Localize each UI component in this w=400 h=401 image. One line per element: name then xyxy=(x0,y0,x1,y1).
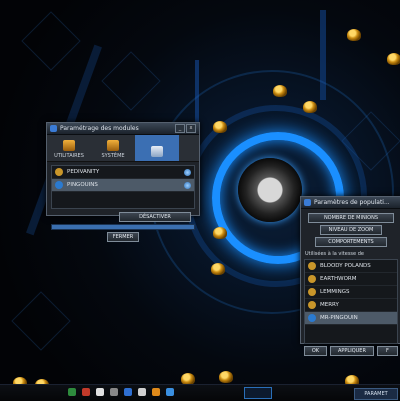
list-item[interactable]: LEMMINGS xyxy=(305,286,397,299)
population-actions: OK APPLIQUER F xyxy=(301,344,400,358)
minion-sprite-icon[interactable] xyxy=(346,28,362,42)
network-icon[interactable] xyxy=(166,388,174,396)
list-empty-space xyxy=(52,192,194,208)
tab-label: SYSTÈME xyxy=(101,153,125,159)
minion-sprite-icon[interactable] xyxy=(272,84,288,98)
progress-bar xyxy=(51,224,195,230)
list-item[interactable]: MERRY xyxy=(305,299,397,312)
apply-button[interactable]: APPLIQUER xyxy=(329,346,374,356)
status-dot-icon xyxy=(184,181,191,189)
minion-sprite-icon[interactable] xyxy=(212,226,228,240)
list-item[interactable]: PEDIVANITY xyxy=(52,166,194,179)
list-item-label: PINGOUINS xyxy=(67,182,98,188)
folder-icon[interactable] xyxy=(110,388,118,396)
app-icon xyxy=(304,199,311,206)
cancel-button[interactable]: F xyxy=(376,346,398,356)
species-icon xyxy=(308,288,316,296)
close-icon[interactable]: x xyxy=(186,124,196,133)
list-empty-space xyxy=(305,325,397,343)
list-item[interactable]: PINGOUINS xyxy=(52,179,194,192)
population-window: Paramètres de populati... NOMBRE DE MINI… xyxy=(300,196,400,356)
population-list: BLOODY POLANDS EARTHWORM LEMMINGS MERRY … xyxy=(304,259,398,344)
ok-button[interactable]: OK xyxy=(304,346,327,356)
modules-window-titlebar[interactable]: Paramétrage des modules _ x xyxy=(47,123,199,135)
close-button[interactable]: FERMER xyxy=(107,232,139,242)
modules-window: Paramétrage des modules _ x UTILITAIRES … xyxy=(46,122,200,242)
list-item-label: BLOODY POLANDS xyxy=(320,263,371,269)
list-item[interactable]: BLOODY POLANDS xyxy=(305,260,397,273)
tab-label: UTILITAIRES xyxy=(54,153,84,159)
window-title: Paramétrage des modules xyxy=(60,125,139,132)
mail-icon[interactable] xyxy=(124,388,132,396)
minion-sprite-icon[interactable] xyxy=(218,370,234,384)
behaviors-button[interactable]: COMPORTEMENTS xyxy=(315,237,387,247)
minion-sprite-icon[interactable] xyxy=(302,100,318,114)
minion-sprite-icon[interactable] xyxy=(386,52,400,66)
app-icon xyxy=(50,125,57,132)
list-item-label: MR-PINGOUIN xyxy=(320,315,358,321)
modules-icon xyxy=(151,146,163,157)
module-icon xyxy=(55,181,63,189)
list-item[interactable]: EARTHWORM xyxy=(305,273,397,286)
zoom-level-field[interactable]: NIVEAU DE ZOOM xyxy=(320,225,382,235)
wallpaper-hex xyxy=(21,11,81,71)
minimize-icon[interactable]: _ xyxy=(175,124,185,133)
minion-sprite-icon[interactable] xyxy=(212,120,228,134)
app-icon[interactable] xyxy=(96,388,104,396)
tab-utilities[interactable]: UTILITAIRES xyxy=(47,135,91,161)
window-title: Paramètres de populati... xyxy=(314,199,390,206)
wallpaper-core xyxy=(238,158,302,222)
deactivate-button[interactable]: DÉSACTIVER xyxy=(119,212,191,222)
wallpaper-hex xyxy=(11,291,71,351)
minion-sprite-icon[interactable] xyxy=(210,262,226,276)
media-icon[interactable] xyxy=(82,388,90,396)
list-item[interactable]: MR-PINGOUIN xyxy=(305,312,397,325)
taskbar-window-button[interactable] xyxy=(244,387,272,399)
settings-icon[interactable] xyxy=(138,388,146,396)
browser-icon[interactable] xyxy=(68,388,76,396)
list-item-label: PEDIVANITY xyxy=(67,169,100,175)
status-dot-icon xyxy=(184,168,191,176)
player-icon[interactable] xyxy=(152,388,160,396)
modules-list: PEDIVANITY PINGOUINS xyxy=(51,165,195,209)
species-icon xyxy=(308,301,316,309)
species-icon xyxy=(308,314,316,322)
tab-system[interactable]: SYSTÈME xyxy=(91,135,135,161)
tab-modules[interactable] xyxy=(135,135,179,161)
list-header: Utilisées à la vitesse de xyxy=(305,251,364,257)
list-item-label: MERRY xyxy=(320,302,339,308)
species-icon xyxy=(308,275,316,283)
taskbar-clock[interactable]: PARAMET xyxy=(354,388,398,400)
system-icon xyxy=(107,140,119,151)
population-window-titlebar[interactable]: Paramètres de populati... xyxy=(301,197,400,209)
modules-tabs: UTILITAIRES SYSTÈME xyxy=(47,135,199,162)
taskbar xyxy=(0,384,400,401)
species-icon xyxy=(308,262,316,270)
utilities-icon xyxy=(63,140,75,151)
minion-count-field[interactable]: NOMBRE DE MINIONS xyxy=(308,213,394,223)
list-item-label: EARTHWORM xyxy=(320,276,357,282)
list-item-label: LEMMINGS xyxy=(320,289,350,295)
wallpaper-hex xyxy=(101,51,161,111)
module-icon xyxy=(55,168,63,176)
